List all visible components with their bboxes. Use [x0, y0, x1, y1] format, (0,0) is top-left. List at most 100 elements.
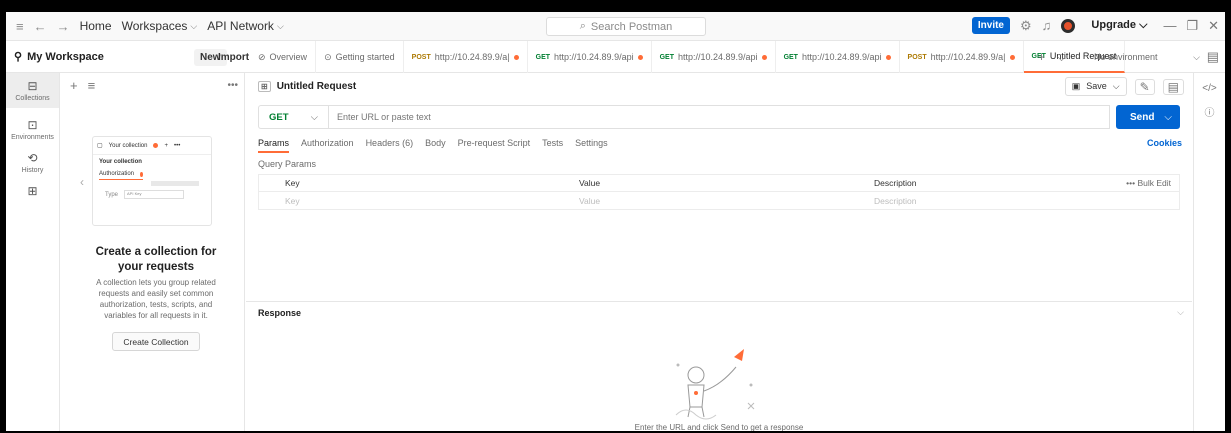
- hamburger-icon[interactable]: ≡: [16, 19, 24, 34]
- column-description: Description: [874, 178, 917, 188]
- workspace-name-label: My Workspace: [27, 50, 104, 63]
- empty-state-title: Create a collection for your requests: [95, 246, 217, 273]
- tab-body[interactable]: Body: [425, 138, 446, 153]
- chevron-left-icon[interactable]: ‹: [80, 175, 84, 189]
- import-label: Import: [218, 52, 250, 63]
- nav-workspaces[interactable]: Workspaces ⌵: [122, 19, 198, 33]
- tab-request[interactable]: POST http://10.24.89.9/a|: [404, 41, 528, 73]
- preview-collection-name: Your collection: [108, 142, 148, 149]
- postman-window: ≡ ← → Home Workspaces ⌵ API Network ⌵ ⌕ Se…: [6, 12, 1225, 431]
- tab-headers[interactable]: Headers (6): [366, 138, 414, 153]
- tab-list-chevron-icon[interactable]: ⌵: [1057, 50, 1066, 65]
- title-bar-left: ≡ ← → Home Workspaces ⌵ API Network ⌵: [6, 19, 284, 34]
- tab-authorization[interactable]: Authorization: [301, 138, 354, 153]
- tab-method: POST: [907, 53, 927, 61]
- environments-icon: ⊡: [27, 118, 38, 132]
- back-arrow-icon[interactable]: ←: [34, 19, 47, 34]
- invite-button[interactable]: Invite: [971, 17, 1010, 34]
- chevron-down-icon: ⌵: [190, 20, 198, 31]
- add-tab-icon[interactable]: +: [1038, 50, 1045, 65]
- sidebar-item-configure[interactable]: ⊞: [6, 184, 59, 198]
- tab-method: GET: [535, 53, 551, 61]
- tab-request[interactable]: GET http://10.24.89.9/api: [528, 41, 652, 73]
- search-icon: ⌕: [579, 20, 586, 32]
- request-title[interactable]: Untitled Request: [277, 81, 356, 92]
- import-button[interactable]: Import: [212, 49, 255, 66]
- filter-icon[interactable]: ≡: [88, 78, 96, 93]
- bell-icon[interactable]: ♫: [1042, 18, 1052, 33]
- url-input[interactable]: [328, 105, 1110, 129]
- search-input[interactable]: ⌕ Search Postman: [546, 17, 706, 36]
- environment-quick-look-icon[interactable]: ▤: [1207, 49, 1219, 65]
- response-header: Response: [246, 301, 1192, 323]
- close-icon[interactable]: ✕: [1208, 18, 1219, 34]
- nav-workspaces-label: Workspaces: [121, 19, 188, 33]
- table-row: Key Value Description: [259, 192, 1179, 209]
- forward-arrow-icon[interactable]: →: [57, 19, 70, 34]
- more-icon[interactable]: •••: [227, 80, 238, 91]
- tab-tests[interactable]: Tests: [542, 138, 563, 153]
- nav-api-network[interactable]: API Network ⌵: [207, 19, 284, 33]
- minimize-icon[interactable]: —: [1163, 18, 1176, 33]
- description-input[interactable]: Description: [874, 196, 1179, 206]
- request-actions: ▣ Save ⌵ ✎ ▤: [1064, 77, 1184, 96]
- send-button[interactable]: Send ⌵: [1116, 105, 1180, 129]
- panel-toolbar: + ≡ •••: [60, 73, 244, 97]
- tab-params[interactable]: Params: [258, 138, 290, 153]
- preview-more-icon: •••: [174, 142, 181, 149]
- send-label: Send: [1130, 111, 1155, 123]
- request-option-tabs: Params Authorization Headers (6) Body Pr…: [258, 138, 608, 153]
- tab-request[interactable]: GET http://10.24.89.9/api: [776, 41, 900, 73]
- tab-request[interactable]: GET http://10.24.89.9/api: [652, 41, 776, 73]
- nav-api-network-label: API Network: [207, 19, 274, 33]
- http-request-icon: ⊞: [258, 81, 271, 92]
- chevron-down-icon: ⌵: [310, 111, 318, 123]
- unsaved-dot-icon: [637, 54, 643, 60]
- tab-overview[interactable]: ⊘ Overview: [250, 41, 317, 73]
- request-tabs: ⊘ Overview ⊙ Getting started POST http://10…: [250, 41, 1126, 73]
- user-icon: ⚲: [14, 51, 23, 63]
- avatar[interactable]: [1061, 18, 1076, 33]
- unsaved-dot-icon: [153, 143, 159, 148]
- sidebar-item-history[interactable]: ⟲ History: [6, 151, 59, 174]
- nav-home[interactable]: Home: [80, 19, 112, 33]
- upgrade-button[interactable]: Upgrade ⌵: [1085, 16, 1153, 35]
- sidebar-item-collections[interactable]: ⊟ Collections: [6, 73, 59, 108]
- value-input[interactable]: Value: [579, 196, 874, 206]
- settings-icon[interactable]: ⚙: [1020, 18, 1032, 34]
- placeholder-bar: [151, 181, 199, 186]
- sidebar-item-label: History: [21, 167, 44, 174]
- method-select[interactable]: GET ⌵: [258, 105, 328, 129]
- bulk-edit-button[interactable]: ••• Bulk Edit: [1126, 178, 1179, 188]
- workspace-name[interactable]: ⚲ My Workspace: [14, 50, 104, 64]
- preview-type-row: Type API Key: [105, 190, 205, 199]
- tab-request[interactable]: POST http://10.24.89.9/a|: [900, 41, 1024, 73]
- collections-panel: + ≡ ••• ‹ ▢ Your collection + ••• Your c…: [60, 73, 245, 431]
- save-button[interactable]: ▣ Save ⌵: [1064, 77, 1127, 96]
- response-empty-message: Enter the URL and click Send to get a re…: [634, 423, 804, 431]
- unsaved-dot-icon: [513, 54, 519, 60]
- edit-icon[interactable]: ✎: [1134, 78, 1155, 95]
- tab-getting-started[interactable]: ⊙ Getting started: [316, 41, 404, 73]
- add-icon[interactable]: +: [70, 78, 78, 93]
- query-params-label: Query Params: [258, 159, 317, 169]
- chevron-down-icon[interactable]: ⌵: [1177, 307, 1184, 318]
- cookies-link[interactable]: Cookies: [1147, 138, 1182, 148]
- collection-preview-illustration: ▢ Your collection + ••• Your collection …: [92, 136, 212, 226]
- create-collection-button[interactable]: Create Collection: [112, 332, 200, 351]
- preview-add-icon: +: [164, 142, 168, 149]
- preview-type-select: API Key: [124, 190, 185, 199]
- key-input[interactable]: Key: [285, 196, 579, 206]
- preview-auth-label: Authorization: [99, 171, 135, 177]
- info-icon[interactable]: ⓘ: [1194, 104, 1225, 119]
- maximize-icon[interactable]: ❐: [1186, 18, 1198, 34]
- sidebar-item-label: Environments: [11, 134, 54, 141]
- sidebar-item-environments[interactable]: ⊡ Environments: [6, 118, 59, 141]
- save-icon: ▣: [1071, 81, 1081, 91]
- tab-settings[interactable]: Settings: [575, 138, 608, 153]
- environment-select[interactable]: No environment ⌵: [1088, 48, 1204, 66]
- documentation-icon[interactable]: ▤: [1162, 78, 1184, 95]
- tab-label: http://10.24.89.9/a|: [930, 52, 1006, 62]
- tab-pre-request-script[interactable]: Pre-request Script: [458, 138, 531, 153]
- code-icon[interactable]: </>: [1194, 83, 1225, 94]
